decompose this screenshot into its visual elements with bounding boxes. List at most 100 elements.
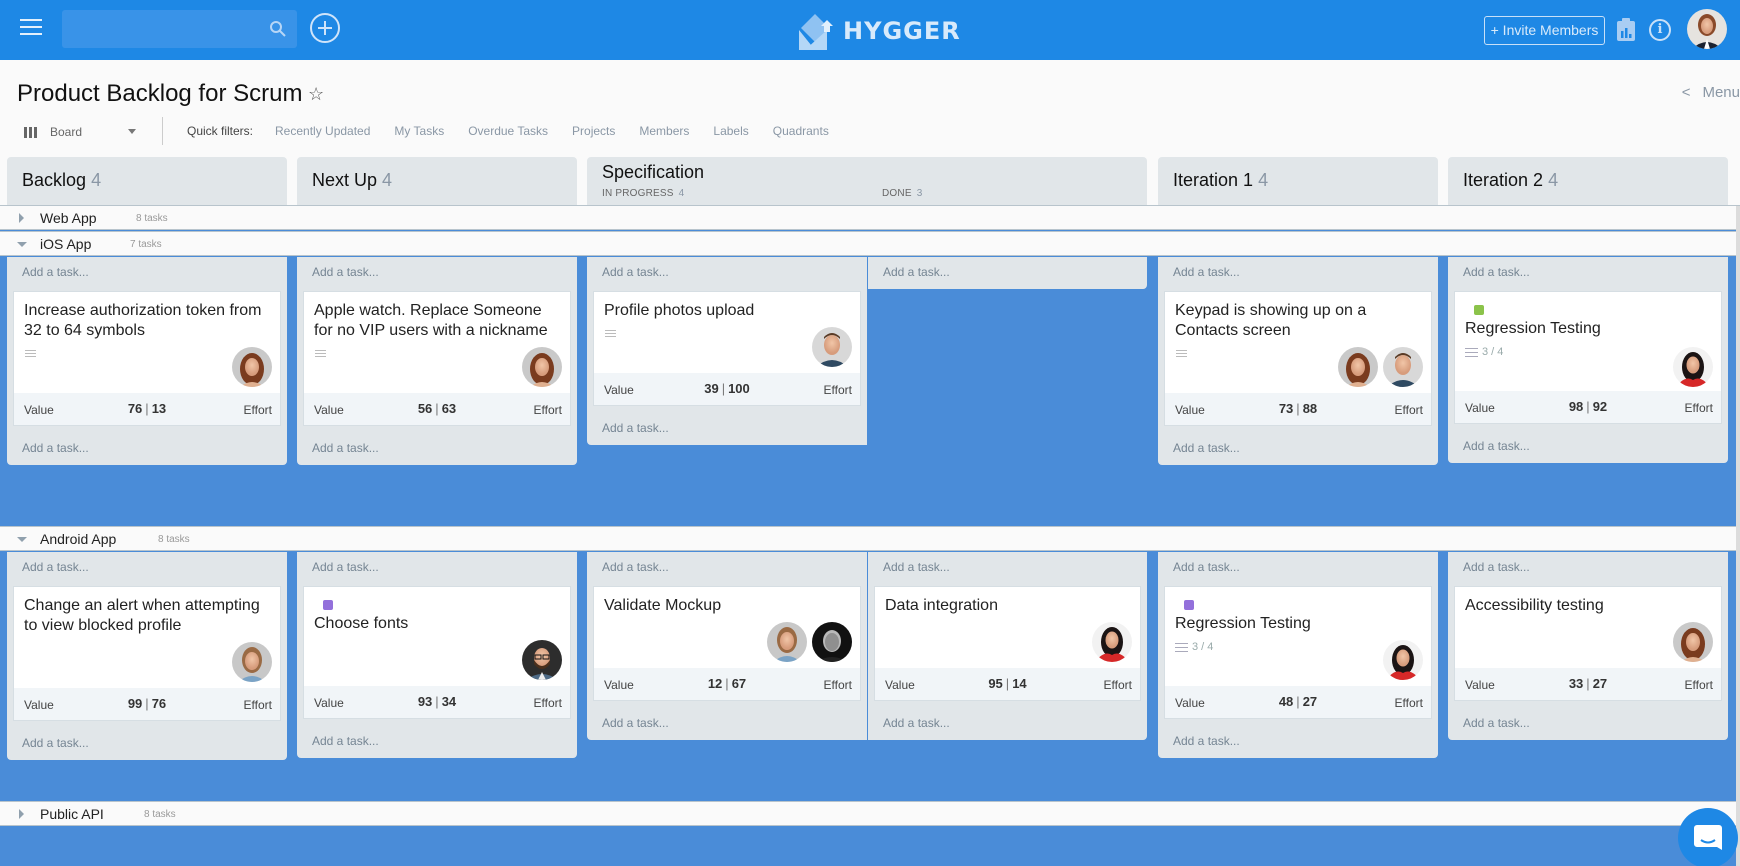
task-card[interactable]: Profile photos upload Value 39 | 100 Effor… xyxy=(593,291,861,406)
task-card[interactable]: Change an alert when attempting to view … xyxy=(13,586,281,721)
task-card[interactable]: Validate Mockup Value 12 | 67 Effort xyxy=(593,586,861,701)
task-card[interactable]: Regression Testing 3 / 4 Value 48 | 27 Eff… xyxy=(1164,586,1432,719)
column-header-iteration-1[interactable]: Iteration 1 4 xyxy=(1158,157,1438,207)
hygger-logo[interactable]: HYGGER xyxy=(797,11,961,51)
add-task-link[interactable]: Add a task... xyxy=(883,716,950,730)
menu-icon[interactable] xyxy=(20,19,42,37)
swimlane-task-count: 8 tasks xyxy=(158,534,190,545)
assignee-avatar[interactable] xyxy=(1383,640,1423,680)
add-task-link[interactable]: Add a task... xyxy=(883,265,950,279)
lane-ios-spec-done: Add a task... xyxy=(868,257,1147,289)
swimlane-android-app[interactable]: Android App 8 tasks xyxy=(0,526,1740,551)
invite-members-button[interactable]: + Invite Members xyxy=(1484,16,1605,45)
page-title: Product Backlog for Scrum xyxy=(17,80,303,107)
filter-labels[interactable]: Labels xyxy=(713,124,748,138)
assignee-avatar[interactable] xyxy=(812,327,852,367)
effort-score: 92 xyxy=(1592,399,1608,414)
task-card[interactable]: Increase authorization token from 32 to … xyxy=(13,291,281,426)
expand-icon xyxy=(19,809,24,819)
add-task-link[interactable]: Add a task... xyxy=(22,560,89,574)
task-title: Accessibility testing xyxy=(1465,597,1604,614)
menu-toggle[interactable]: < Menu xyxy=(1682,84,1740,101)
report-icon[interactable] xyxy=(1616,18,1636,42)
add-task-link[interactable]: Add a task... xyxy=(312,265,379,279)
lane-android-next-up: Add a task... Choose fonts Value 93 | 34 E… xyxy=(297,552,577,758)
column-header-specification[interactable]: Specification IN PROGRESS 4 DONE 3 xyxy=(587,157,1147,207)
view-select[interactable]: Board xyxy=(24,122,144,142)
effort-score: 100 xyxy=(728,381,750,396)
assignee-avatar[interactable] xyxy=(232,642,272,682)
add-task-link[interactable]: Add a task... xyxy=(312,441,379,455)
value-score: 12 xyxy=(707,676,723,691)
assignee-avatar[interactable] xyxy=(232,347,272,387)
assignee-avatar[interactable] xyxy=(1338,347,1378,387)
filter-my-tasks[interactable]: My Tasks xyxy=(394,124,444,138)
filter-members[interactable]: Members xyxy=(639,124,689,138)
filter-recently-updated[interactable]: Recently Updated xyxy=(275,124,370,138)
assignee-avatar[interactable] xyxy=(812,622,852,662)
add-task-link[interactable]: Add a task... xyxy=(22,736,89,750)
add-task-link[interactable]: Add a task... xyxy=(602,560,669,574)
assignee-avatar[interactable] xyxy=(522,347,562,387)
info-icon[interactable]: i xyxy=(1649,19,1671,41)
add-task-link[interactable]: Add a task... xyxy=(883,560,950,574)
add-task-link[interactable]: Add a task... xyxy=(602,265,669,279)
add-task-link[interactable]: Add a task... xyxy=(1463,439,1530,453)
task-label xyxy=(1474,305,1484,315)
column-title: Iteration 2 xyxy=(1463,170,1544,190)
swimlane-ios-app[interactable]: iOS App 7 tasks xyxy=(0,231,1740,256)
collapse-icon xyxy=(17,537,27,542)
vertical-scrollbar[interactable] xyxy=(1736,206,1740,866)
add-task-link[interactable]: Add a task... xyxy=(312,734,379,748)
column-header-iteration-2[interactable]: Iteration 2 4 xyxy=(1448,157,1728,207)
assignee-avatar[interactable] xyxy=(1383,347,1423,387)
add-task-link[interactable]: Add a task... xyxy=(602,421,669,435)
search-icon[interactable] xyxy=(269,20,287,38)
swimlane-web-app[interactable]: Web App 8 tasks xyxy=(0,205,1740,230)
add-task-link[interactable]: Add a task... xyxy=(22,265,89,279)
assignee-avatar[interactable] xyxy=(522,640,562,680)
effort-score: 88 xyxy=(1302,401,1318,416)
star-icon[interactable]: ☆ xyxy=(308,84,324,105)
add-task-link[interactable]: Add a task... xyxy=(22,441,89,455)
column-count: 4 xyxy=(91,170,102,190)
add-icon[interactable] xyxy=(310,13,340,43)
search-input[interactable] xyxy=(62,10,297,48)
task-card[interactable]: Apple watch. Replace Someone for no VIP … xyxy=(303,291,571,426)
task-card[interactable]: Data integration Value 95 | 14 Effort xyxy=(874,586,1141,701)
card-footer: Value 48 | 27 Effort xyxy=(1165,686,1431,718)
assignee-avatar[interactable] xyxy=(1673,622,1713,662)
add-task-link[interactable]: Add a task... xyxy=(1463,265,1530,279)
add-task-link[interactable]: Add a task... xyxy=(1463,716,1530,730)
add-task-link[interactable]: Add a task... xyxy=(1173,265,1240,279)
add-task-link[interactable]: Add a task... xyxy=(1173,734,1240,748)
filter-projects[interactable]: Projects xyxy=(572,124,615,138)
swimlane-public-api[interactable]: Public API 8 tasks xyxy=(0,801,1740,826)
task-card[interactable]: Choose fonts Value 93 | 34 Effort xyxy=(303,586,571,719)
add-task-link[interactable]: Add a task... xyxy=(1463,560,1530,574)
value-score: 33 xyxy=(1568,676,1584,691)
assignee-avatar[interactable] xyxy=(767,622,807,662)
search-box xyxy=(62,10,297,48)
task-card[interactable]: Accessibility testing Value 33 | 27 Effort xyxy=(1454,586,1722,701)
filter-overdue-tasks[interactable]: Overdue Tasks xyxy=(468,124,548,138)
assignee-avatar[interactable] xyxy=(1092,622,1132,662)
description-icon xyxy=(1176,350,1187,358)
add-task-link[interactable]: Add a task... xyxy=(312,560,379,574)
effort-score: 67 xyxy=(731,676,747,691)
task-card[interactable]: Keypad is showing up on a Contacts scree… xyxy=(1164,291,1432,426)
add-task-link[interactable]: Add a task... xyxy=(1173,560,1240,574)
add-task-link[interactable]: Add a task... xyxy=(602,716,669,730)
filter-quadrants[interactable]: Quadrants xyxy=(773,124,829,138)
task-card[interactable]: Regression Testing 3 / 4 Value 98 | 92 Eff… xyxy=(1454,291,1722,424)
assignee-avatar[interactable] xyxy=(1673,347,1713,387)
effort-score: 76 xyxy=(151,696,167,711)
task-title: Regression Testing xyxy=(1465,320,1601,337)
add-task-link[interactable]: Add a task... xyxy=(1173,441,1240,455)
column-header-next-up[interactable]: Next Up 4 xyxy=(297,157,577,207)
user-avatar[interactable] xyxy=(1687,9,1727,49)
chat-button[interactable] xyxy=(1678,808,1738,866)
swimlane-name: Web App xyxy=(40,210,97,226)
column-header-backlog[interactable]: Backlog 4 xyxy=(7,157,287,207)
task-title: Increase authorization token from 32 to … xyxy=(24,302,262,339)
